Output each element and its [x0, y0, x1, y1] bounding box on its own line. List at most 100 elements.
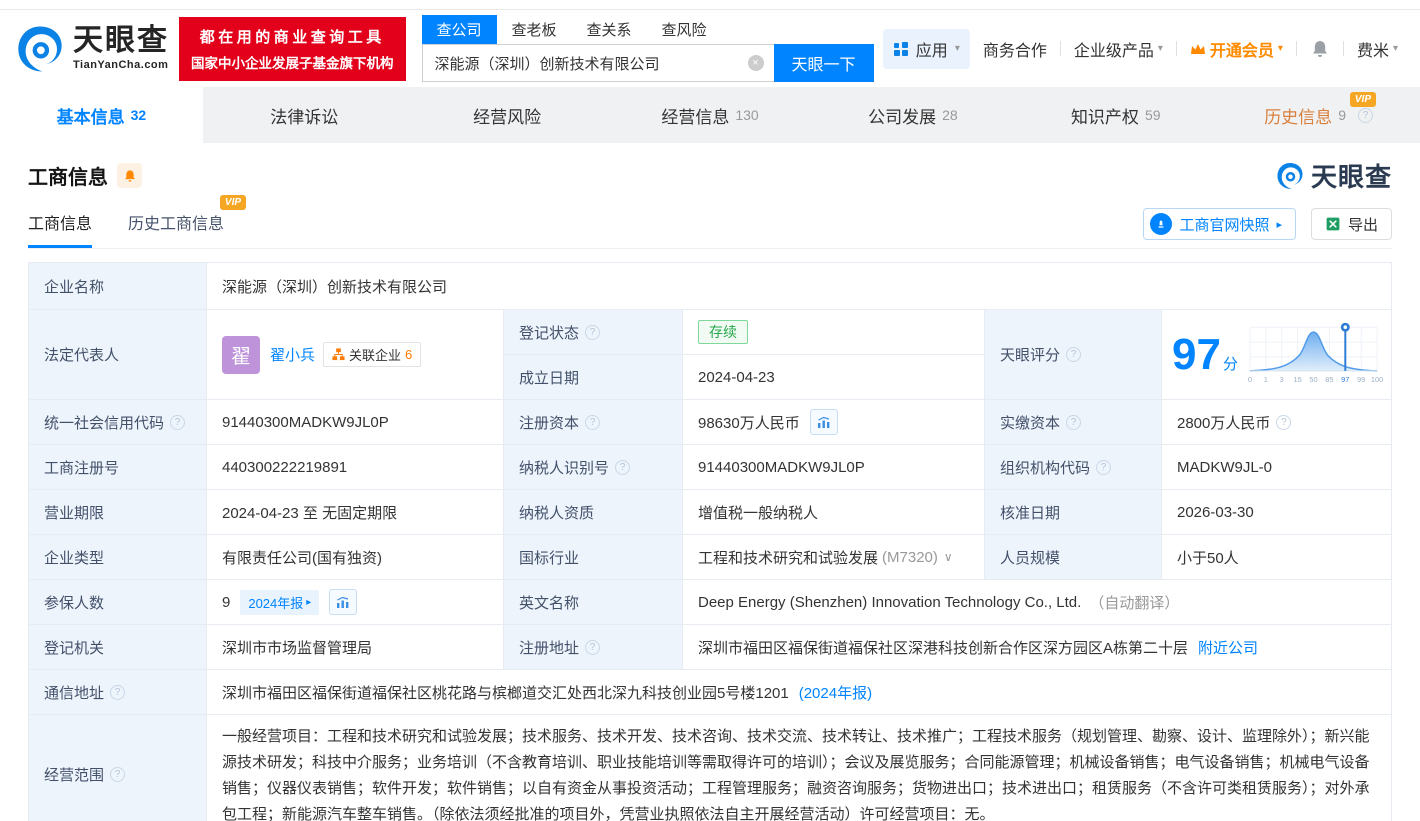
export-label: 导出: [1347, 216, 1378, 234]
watermark-text: 天眼查: [1310, 162, 1392, 192]
tab-legal[interactable]: 法律诉讼: [203, 87, 406, 143]
reg-capital-value: 98630万人民币: [698, 414, 800, 432]
tab-label: 经营信息: [661, 107, 730, 127]
paid-capital-cell: 2800万人民币 ?: [1162, 400, 1391, 444]
notification-bell-icon[interactable]: [1310, 39, 1330, 59]
business-term-value: 2024-04-23 至 无固定期限: [207, 490, 503, 534]
search-tab-company[interactable]: 查公司: [421, 15, 497, 44]
score-cell: 97 分 0 1 3 15 50 85 97 99 100: [1162, 310, 1391, 399]
help-icon[interactable]: ?: [615, 459, 631, 475]
tab-company-development[interactable]: 公司发展 28: [811, 87, 1014, 143]
tab-intellectual-property[interactable]: 知识产权 59: [1014, 87, 1217, 143]
legal-rep-avatar[interactable]: 翟: [222, 335, 260, 374]
score-unit: 分: [1222, 355, 1238, 373]
field-label: 国标行业: [504, 535, 682, 579]
svg-text:85: 85: [1325, 374, 1333, 383]
user-menu[interactable]: 费米 ▾: [1357, 37, 1398, 61]
help-icon[interactable]: ?: [1276, 414, 1292, 430]
arrow-right-icon: ▸: [306, 596, 312, 608]
annual-report-link[interactable]: (2024年报): [799, 682, 872, 703]
site-header: 天眼查 TianYanCha.com 都在用的商业查询工具 国家中小企业发展子基…: [0, 10, 1420, 87]
export-button[interactable]: 导出: [1310, 208, 1392, 240]
legal-rep-link[interactable]: 翟小兵: [270, 344, 315, 365]
caret-down-icon: ▾: [954, 43, 960, 54]
chart-icon: [337, 596, 349, 608]
tab-business-info[interactable]: 经营信息 130: [609, 87, 812, 143]
tab-operating-risk[interactable]: 经营风险: [406, 87, 609, 143]
insured-chart-button[interactable]: [329, 589, 358, 615]
help-icon[interactable]: ?: [1357, 107, 1373, 123]
apps-menu[interactable]: 应用 ▾: [882, 28, 970, 69]
tianyancha-logo-icon: [18, 25, 62, 72]
official-snapshot-button[interactable]: 工商官网快照 ▸: [1143, 208, 1296, 240]
tianyancha-logo[interactable]: 天眼查 TianYanCha.com: [14, 23, 169, 75]
field-label: 营业期限: [29, 490, 206, 534]
help-icon[interactable]: ?: [110, 766, 126, 782]
paid-capital-value: 2800万人民币: [1177, 414, 1271, 432]
tab-label: 公司发展: [868, 107, 937, 127]
stamp-icon: [1150, 213, 1173, 235]
taxpayer-quality-value: 增值税一般纳税人: [683, 490, 984, 534]
tab-label: 法律诉讼: [270, 107, 339, 127]
field-label: 人员规模: [985, 535, 1161, 579]
help-icon[interactable]: ?: [1066, 347, 1082, 362]
bell-icon: [124, 169, 135, 182]
promo-line1: 都在用的商业查询工具: [199, 28, 385, 46]
svg-text:0: 0: [1248, 374, 1252, 383]
search-tab-relation[interactable]: 查关系: [572, 15, 647, 44]
crown-icon: [1190, 43, 1205, 54]
tab-label: 知识产权: [1070, 107, 1139, 127]
field-label: 组织机构代码?: [985, 445, 1161, 489]
tab-basic-info[interactable]: 基本信息 32: [0, 87, 203, 143]
chevron-down-icon[interactable]: ∨: [944, 550, 953, 564]
snapshot-label: 工商官网快照: [1179, 216, 1270, 234]
score-value: 97: [1172, 329, 1221, 379]
svg-text:100: 100: [1371, 374, 1383, 383]
tab-history-info[interactable]: VIP 历史信息 9 ?: [1217, 87, 1420, 143]
help-icon[interactable]: ?: [1096, 459, 1112, 475]
capital-chart-button[interactable]: [809, 409, 838, 435]
related-companies-badge[interactable]: 关联企业 6: [323, 342, 422, 367]
menu-divider: [1342, 41, 1344, 56]
search-input[interactable]: [421, 44, 774, 82]
main-content: 工商信息 天眼查 工商信息 VIP 历史工商信息 工商官网快照 ▸ 导出 企业名…: [0, 157, 1420, 821]
svg-text:15: 15: [1293, 374, 1301, 383]
watermark-logo: 天眼查: [1275, 157, 1392, 194]
search-button[interactable]: 天眼一下: [773, 44, 874, 82]
help-icon[interactable]: ?: [1066, 414, 1082, 430]
legal-rep-cell: 翟 翟小兵 关联企业 6: [207, 310, 503, 399]
search-tab-risk[interactable]: 查风险: [647, 15, 722, 44]
search-tab-boss[interactable]: 查老板: [497, 15, 572, 44]
insured-cell: 9 2024年报 ▸: [207, 580, 503, 624]
help-icon[interactable]: ?: [170, 414, 186, 430]
subtab-business-registration[interactable]: 工商信息: [28, 210, 93, 248]
subscribe-bell-button[interactable]: [117, 163, 142, 188]
subtab-history-registration[interactable]: VIP 历史工商信息: [128, 195, 247, 248]
company-name-value: 深能源（深圳）创新技术有限公司: [207, 263, 1391, 309]
tab-count: 32: [130, 107, 147, 123]
help-icon[interactable]: ?: [110, 684, 126, 700]
score-distribution-chart: 0 1 3 15 50 85 97 99 100: [1248, 322, 1383, 383]
menu-enterprise[interactable]: 企业级产品 ▾: [1074, 37, 1163, 61]
apps-label: 应用: [915, 42, 948, 60]
english-name-value: Deep Energy (Shenzhen) Innovation Techno…: [698, 593, 1082, 611]
help-icon[interactable]: ?: [585, 639, 601, 655]
nearby-companies-link[interactable]: 附近公司: [1198, 637, 1258, 658]
help-icon[interactable]: ?: [585, 324, 601, 340]
field-label: 通信地址?: [29, 670, 206, 714]
section-title: 工商信息: [28, 167, 108, 189]
clear-icon[interactable]: ×: [747, 55, 764, 71]
business-scope-value: 一般经营项目：工程和技术研究和试验发展；技术服务、技术开发、技术咨询、技术交流、…: [207, 715, 1391, 821]
help-icon[interactable]: ?: [585, 414, 601, 430]
apps-grid-icon: [893, 41, 908, 56]
username: 费米: [1356, 42, 1389, 60]
vip-badge: VIP: [219, 195, 247, 210]
chart-icon: [817, 416, 830, 428]
credit-code-value: 91440300MADKW9JL0P: [207, 400, 503, 444]
arrow-right-icon: ▸: [1276, 218, 1282, 231]
excel-icon: [1326, 217, 1340, 231]
menu-cooperation[interactable]: 商务合作: [983, 37, 1047, 61]
field-label: 成立日期: [504, 355, 682, 399]
menu-open-vip[interactable]: 开通会员 ▾: [1190, 37, 1283, 61]
annual-report-badge[interactable]: 2024年报 ▸: [240, 589, 320, 615]
